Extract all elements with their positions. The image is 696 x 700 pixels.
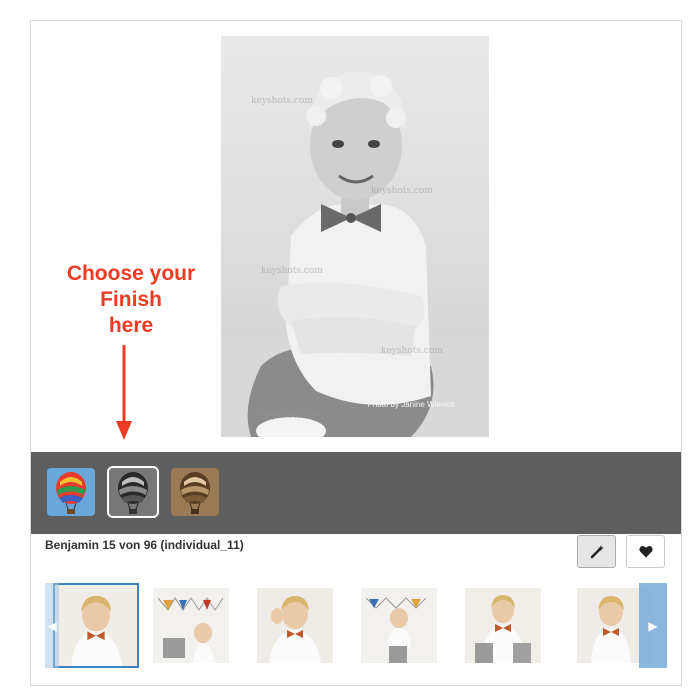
thumbnail-current[interactable] <box>53 583 139 668</box>
thumbnail-image <box>257 588 333 663</box>
hot-air-balloon-sepia-icon <box>171 468 219 516</box>
annotation-line: Finish <box>100 288 162 311</box>
thumbnail[interactable] <box>257 588 333 663</box>
watermark: keyshots.com <box>381 346 443 356</box>
main-photo[interactable]: keyshots.com keyshots.com keyshots.com k… <box>221 36 489 437</box>
watermark: keyshots.com <box>251 96 313 106</box>
thumbnail-prev-button[interactable]: ◀ <box>45 583 59 668</box>
annotation-line: here <box>108 314 154 337</box>
watermark: keyshots.com <box>261 266 323 276</box>
favorite-button[interactable] <box>626 535 665 568</box>
hot-air-balloon-color-icon <box>47 468 95 516</box>
finish-sepia-option[interactable] <box>171 468 219 516</box>
arrow-down-icon <box>116 345 132 440</box>
photo-viewer-card: keyshots.com keyshots.com keyshots.com k… <box>30 20 682 686</box>
thumbnail-image <box>153 588 229 663</box>
annotation-line: Choose your <box>66 262 196 285</box>
choose-finish-annotation: Choose your Finish here <box>45 261 217 339</box>
thumbnail-image <box>465 588 541 663</box>
chevron-left-icon: ◀ <box>47 618 57 633</box>
photo-caption: Benjamin 15 von 96 (individual_11) <box>45 538 244 552</box>
thumbnail[interactable] <box>361 588 437 663</box>
thumbnail[interactable] <box>153 588 229 663</box>
hot-air-balloon-bw-icon <box>109 468 157 516</box>
photo-credit: Photo by Janine Wienick <box>367 400 455 409</box>
heart-icon <box>638 546 653 558</box>
finish-bw-option[interactable] <box>107 466 159 518</box>
edit-button[interactable] <box>577 535 616 568</box>
watermark: keyshots.com <box>371 186 433 196</box>
thumbnail-image <box>55 585 137 666</box>
magic-wand-icon <box>590 544 604 558</box>
finish-color-option[interactable] <box>47 468 95 516</box>
finish-selector-bar <box>31 452 681 534</box>
thumbnail-next-button[interactable]: ▶ <box>639 583 667 668</box>
watermark: keyshots.com <box>261 411 323 421</box>
thumbnail-strip: ◀ ▶ <box>45 581 667 669</box>
thumbnail[interactable] <box>465 588 541 663</box>
thumbnail-image <box>361 588 437 663</box>
chevron-right-icon: ▶ <box>648 618 658 633</box>
